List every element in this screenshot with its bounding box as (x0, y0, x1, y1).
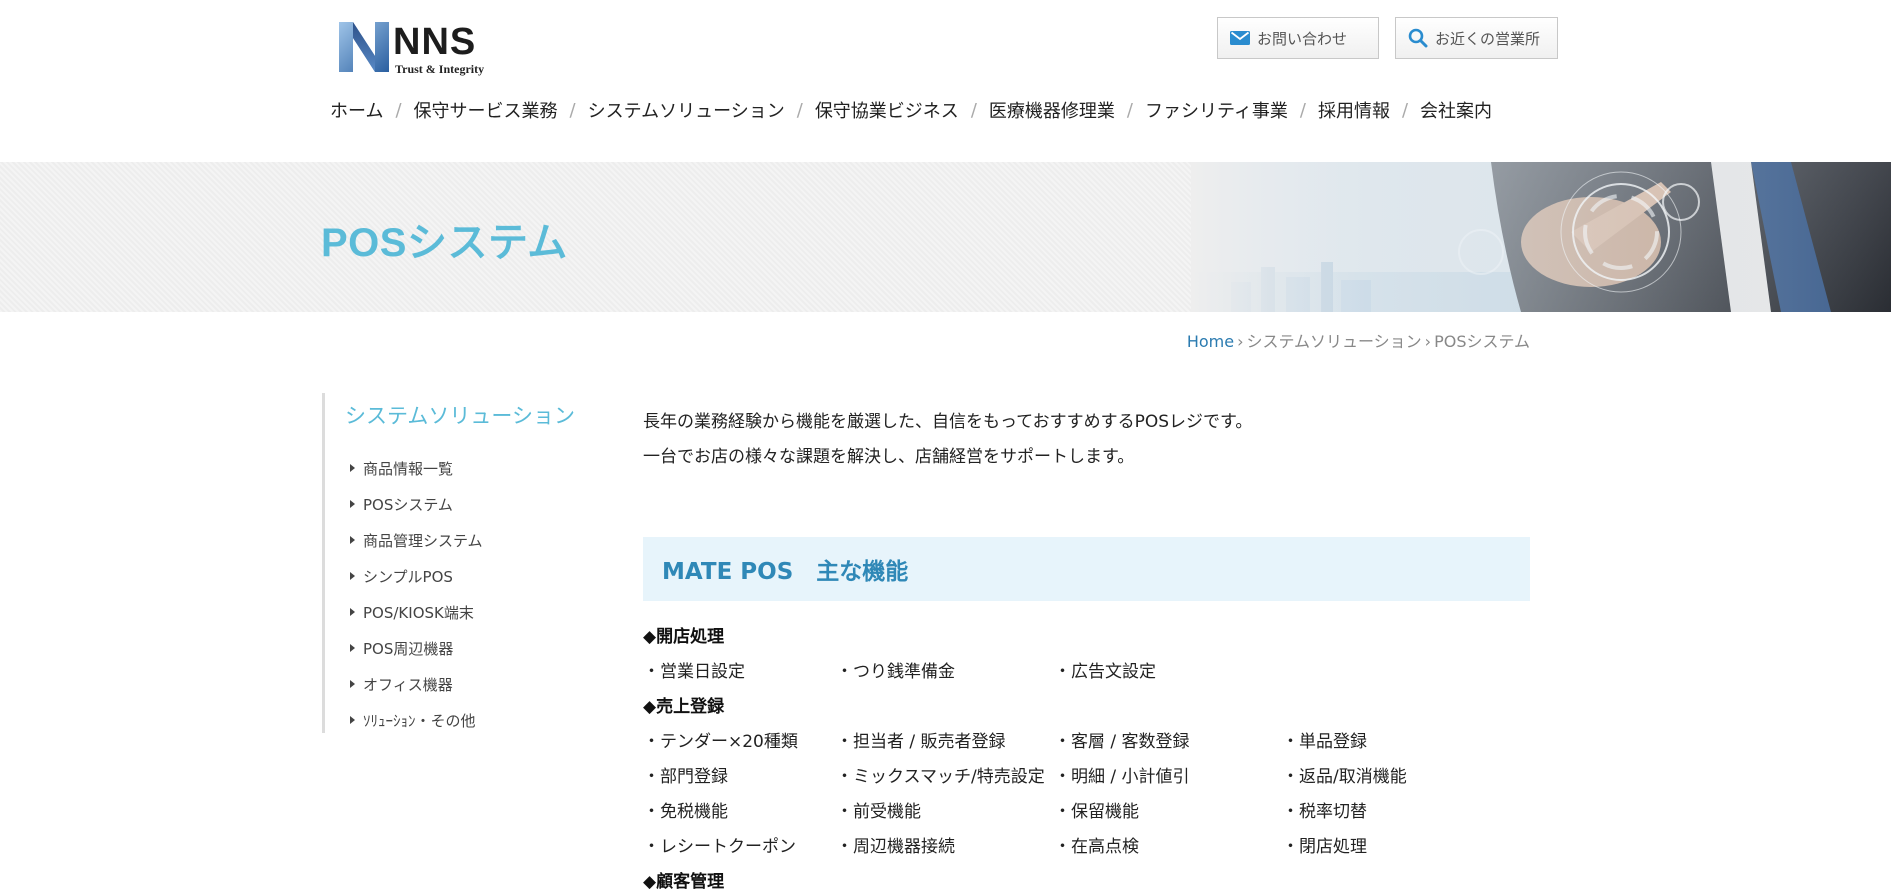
sidebar-item-product-list[interactable]: 商品情報一覧 (350, 450, 483, 486)
nav-separator: / (1299, 99, 1306, 121)
mail-icon (1230, 31, 1250, 45)
feature-row: ・テンダー×20種類 ・担当者 / 販売者登録 ・客層 / 客数登録 ・単品登録 (643, 725, 1530, 760)
sidebar-item-label: POS周辺機器 (363, 639, 454, 658)
nav-item-company[interactable]: 会社案内 (1420, 97, 1492, 123)
search-icon (1408, 28, 1428, 48)
feature-item: ・テンダー×20種類 (643, 732, 798, 752)
sidebar-menu: 商品情報一覧 POSシステム 商品管理システム シンプルPOS POS/KIOS… (350, 450, 483, 738)
nav-separator: / (970, 99, 977, 121)
site-logo[interactable]: NNS Trust & Integrity (339, 22, 495, 76)
nav-item-partner-business[interactable]: 保守協業ビジネス (815, 97, 959, 123)
breadcrumb-parent[interactable]: システムソリューション (1246, 332, 1421, 351)
breadcrumb-current: POSシステム (1434, 332, 1530, 351)
nns-logo-icon (339, 22, 389, 72)
feature-item: ・ミックスマッチ/特売設定 (836, 767, 1045, 787)
category-title: ◆売上登録 (643, 697, 725, 717)
contact-button[interactable]: お問い合わせ (1217, 17, 1379, 59)
sidebar-title[interactable]: システムソリューション (345, 400, 575, 430)
feature-item: ・周辺機器接続 (836, 837, 955, 857)
feature-row: ・レシートクーポン ・周辺機器接続 ・在高点検 ・閉店処理 (643, 830, 1530, 865)
feature-item: ・閉店処理 (1282, 837, 1367, 857)
sidebar-item-label: POS/KIOSK端末 (363, 603, 474, 622)
logo-tagline: Trust & Integrity (395, 62, 485, 76)
caret-right-icon (350, 608, 355, 616)
feature-item: ・明細 / 小計値引 (1054, 767, 1190, 787)
page-title: POSシステム (321, 221, 568, 265)
feature-row: ・営業日設定 ・つり銭準備金 ・広告文設定 (643, 655, 1530, 690)
caret-right-icon (350, 536, 355, 544)
sidebar-item-solution-other[interactable]: ｿﾘｭｰｼｮﾝ・その他 (350, 702, 483, 738)
sidebar-item-label: POSシステム (363, 495, 453, 514)
feature-item: ・単品登録 (1282, 732, 1367, 752)
category-title: ◆開店処理 (643, 627, 725, 647)
sidebar-item-label: ｿﾘｭｰｼｮﾝ・その他 (363, 711, 476, 730)
breadcrumb-home[interactable]: Home (1187, 332, 1234, 351)
feature-row: ・部門登録 ・ミックスマッチ/特売設定 ・明細 / 小計値引 ・返品/取消機能 (643, 760, 1530, 795)
feature-item: ・免税機能 (643, 802, 728, 822)
contact-button-label: お問い合わせ (1257, 29, 1348, 48)
breadcrumb-arrow: › (1237, 332, 1244, 351)
feature-list: ◆開店処理 ・営業日設定 ・つり銭準備金 ・広告文設定 ◆売上登録 ・テンダー×… (643, 620, 1530, 893)
caret-right-icon (350, 500, 355, 508)
nav-item-recruit[interactable]: 採用情報 (1318, 97, 1390, 123)
feature-item: ・レシートクーポン (643, 837, 796, 857)
sidebar-item-product-management[interactable]: 商品管理システム (350, 522, 483, 558)
feature-item: ・営業日設定 (643, 662, 745, 682)
nav-item-maintenance[interactable]: 保守サービス業務 (414, 97, 558, 123)
feature-item: ・つり銭準備金 (836, 662, 955, 682)
caret-right-icon (350, 464, 355, 472)
intro-line: 長年の業務経験から機能を厳選した、自信をもっておすすめするPOSレジです。 (643, 412, 1253, 432)
caret-right-icon (350, 644, 355, 652)
sidebar-item-simple-pos[interactable]: シンプルPOS (350, 558, 483, 594)
nav-item-system-solution[interactable]: システムソリューション (588, 97, 785, 123)
nav-item-medical-repair[interactable]: 医療機器修理業 (989, 97, 1115, 123)
feature-item: ・広告文設定 (1054, 662, 1156, 682)
nearby-office-button[interactable]: お近くの営業所 (1395, 17, 1558, 59)
feature-item: ・返品/取消機能 (1282, 767, 1407, 787)
breadcrumb-arrow: › (1424, 332, 1432, 351)
sidebar-item-office-equipment[interactable]: オフィス機器 (350, 666, 483, 702)
intro-text: 長年の業務経験から機能を厳選した、自信をもっておすすめするPOSレジです。 一台… (643, 405, 1530, 475)
sidebar-item-pos-system[interactable]: POSシステム (350, 486, 483, 522)
sidebar-item-pos-peripherals[interactable]: POS周辺機器 (350, 630, 483, 666)
main-content: 長年の業務経験から機能を厳選した、自信をもっておすすめするPOSレジです。 一台… (643, 405, 1530, 892)
feature-item: ・保留機能 (1054, 802, 1139, 822)
breadcrumb: Home › システムソリューション › POSシステム (1187, 328, 1530, 352)
category-title: ◆顧客管理 (643, 872, 725, 892)
sidebar-item-label: シンプルPOS (363, 567, 453, 586)
intro-line: 一台でお店の様々な課題を解決し、店舗経営をサポートします。 (643, 447, 1135, 467)
nav-separator: / (395, 99, 402, 121)
feature-item: ・部門登録 (643, 767, 728, 787)
caret-right-icon (350, 680, 355, 688)
feature-row: ・免税機能 ・前受機能 ・保留機能 ・税率切替 (643, 795, 1530, 830)
sidebar-item-label: 商品管理システム (363, 531, 483, 550)
nearby-office-button-label: お近くの営業所 (1435, 29, 1541, 48)
logo-name: NNS (393, 21, 477, 63)
nav-separator: / (1401, 99, 1409, 121)
nav-item-facility[interactable]: ファシリティ事業 (1145, 97, 1288, 123)
caret-right-icon (350, 716, 355, 724)
caret-right-icon (350, 572, 355, 580)
feature-item: ・担当者 / 販売者登録 (836, 732, 1006, 752)
nav-item-home[interactable]: ホーム (330, 97, 383, 123)
feature-item: ・客層 / 客数登録 (1054, 732, 1190, 752)
nav-separator: / (796, 99, 803, 121)
sidebar-item-label: 商品情報一覧 (363, 459, 454, 478)
global-nav: ホーム / 保守サービス業務 / システムソリューション / 保守協業ビジネス … (330, 96, 1492, 124)
feature-item: ・在高点検 (1054, 837, 1139, 857)
nav-separator: / (569, 99, 576, 121)
feature-item: ・税率切替 (1282, 802, 1367, 822)
sidebar-item-pos-kiosk[interactable]: POS/KIOSK端末 (350, 594, 483, 630)
sidebar: システムソリューション 商品情報一覧 POSシステム 商品管理システム シンプル… (322, 393, 575, 733)
feature-item: ・前受機能 (836, 802, 921, 822)
nav-separator: / (1126, 99, 1133, 121)
page-banner: POSシステム (0, 162, 1891, 312)
feature-heading: MATE POS 主な機能 (643, 537, 1530, 601)
business-hand-image (1191, 162, 1891, 312)
sidebar-item-label: オフィス機器 (363, 675, 453, 694)
